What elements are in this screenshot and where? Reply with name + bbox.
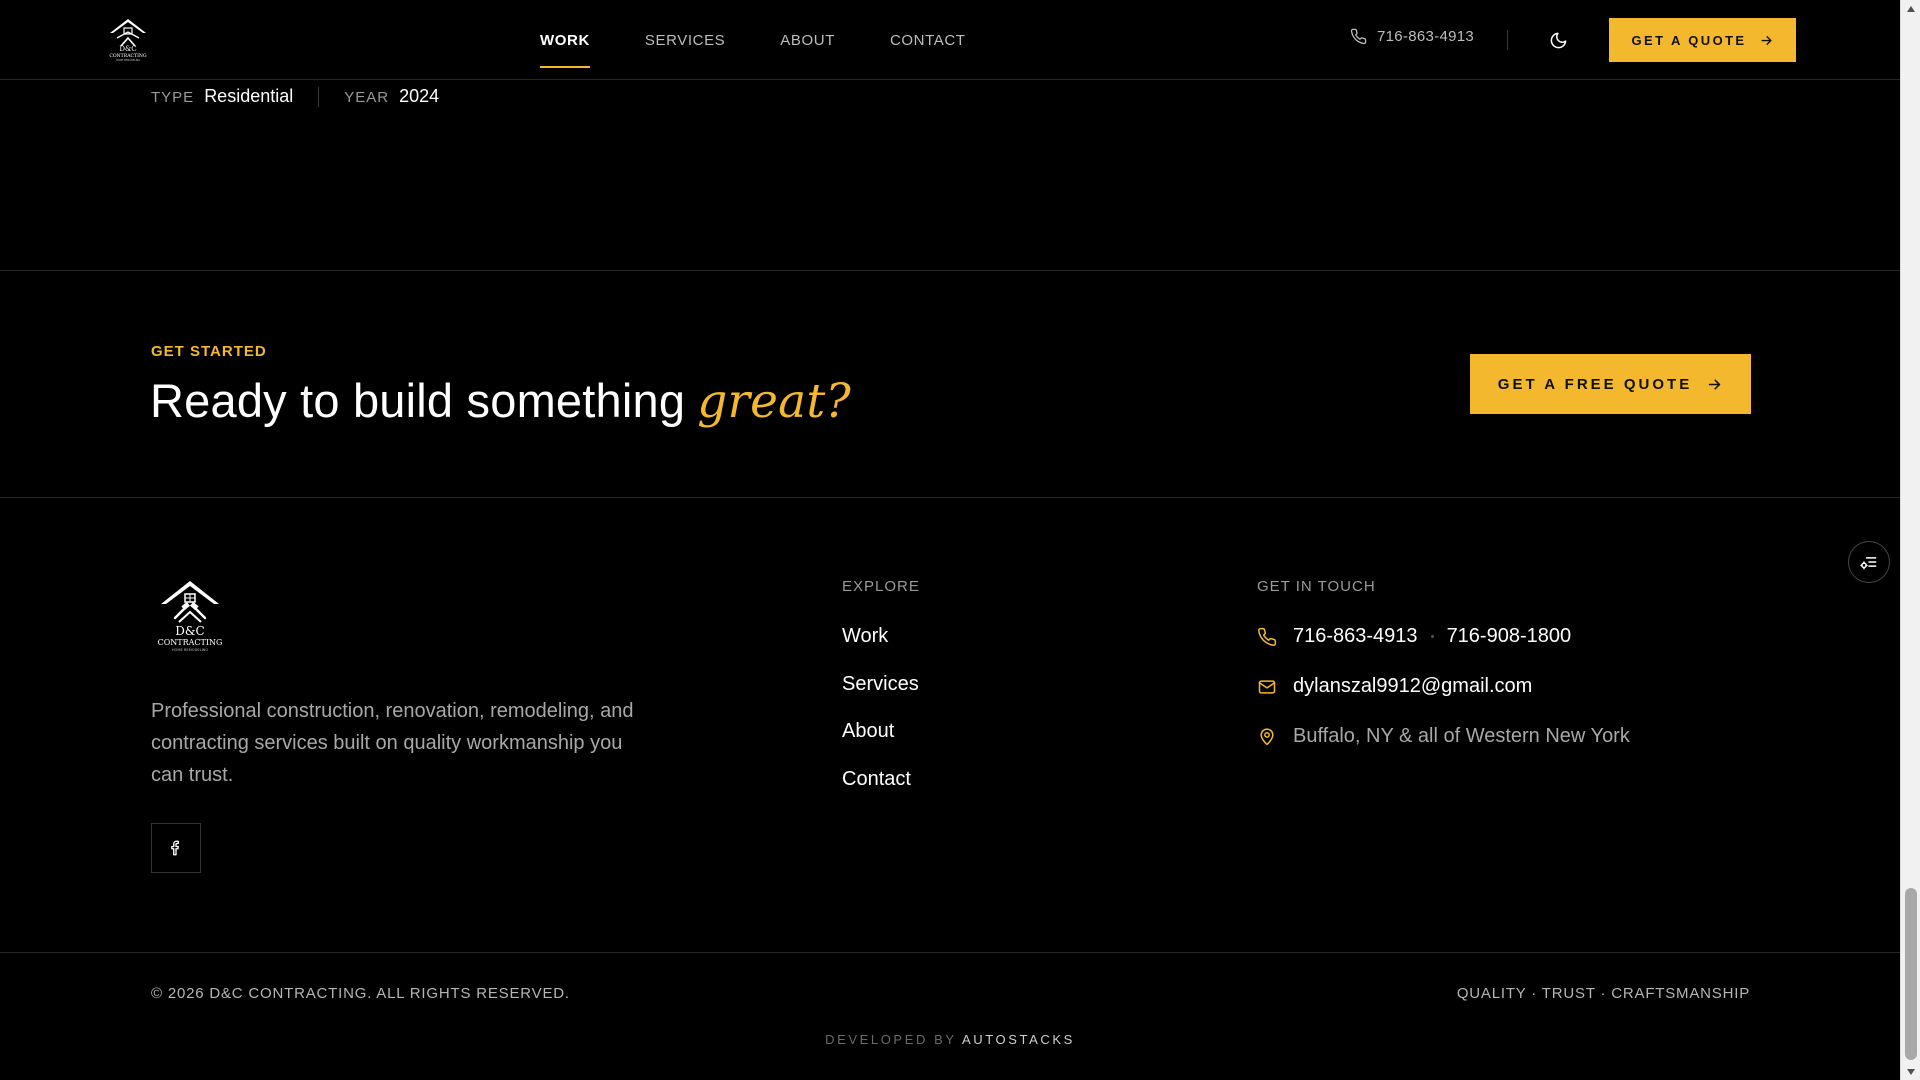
scroll-thumb[interactable] — [1905, 888, 1917, 1060]
header-phone-link[interactable]: 716-863-4913 — [1350, 28, 1474, 45]
footer-link-work[interactable]: Work — [842, 622, 919, 670]
arrow-right-icon — [1760, 35, 1772, 45]
get-quote-button[interactable]: GET A QUOTE — [1609, 18, 1796, 62]
year-key: YEAR — [344, 89, 390, 106]
nav-contact[interactable]: CONTACT — [890, 0, 966, 80]
get-free-quote-label: GET A FREE QUOTE — [1497, 375, 1693, 393]
contact-email: dylanszal9912@gmail.com — [1257, 675, 1532, 698]
svg-text:CONTRACTING: CONTRACTING — [158, 638, 223, 647]
contact-location: Buffalo, NY & all of Western New York — [1257, 725, 1630, 748]
phone-link-2[interactable]: 716-908-1800 — [1447, 625, 1572, 648]
main-nav: WORK SERVICES ABOUT CONTACT — [540, 0, 966, 80]
scroll-down-button[interactable] — [1901, 1063, 1920, 1080]
list-settings-icon — [1860, 557, 1877, 570]
house-logo-icon: D&C CONTRACTING HOME REMODELING — [109, 19, 147, 62]
type-value: Residential — [204, 86, 294, 106]
scroll-up-button[interactable] — [1901, 0, 1920, 17]
facebook-icon — [171, 840, 179, 856]
svg-text:D&C: D&C — [175, 624, 204, 638]
header-logo[interactable]: D&C CONTRACTING HOME REMODELING — [104, 16, 152, 62]
phone-icon — [1350, 28, 1367, 45]
page: D&C CONTRACTING HOME REMODELING WORK SER… — [0, 0, 1900, 1080]
cta-eyebrow: GET STARTED — [151, 343, 267, 360]
footer-description: Professional construction, renovation, r… — [151, 700, 634, 786]
cta-heading-text: Ready to build something — [150, 374, 686, 427]
contact-title: GET IN TOUCH — [1257, 578, 1376, 595]
phone-separator — [1430, 635, 1434, 638]
phone-link-1[interactable]: 716-863-4913 — [1293, 625, 1418, 648]
mail-icon — [1258, 679, 1276, 694]
moon-icon — [1550, 32, 1566, 48]
explore-title: EXPLORE — [842, 578, 920, 595]
copyright-text: © 2026 D&C CONTRACTING. ALL RIGHTS RESER… — [151, 985, 570, 1002]
project-meta: TYPE Residential YEAR 2024 — [151, 86, 439, 107]
footer-link-services[interactable]: Services — [842, 670, 919, 718]
map-pin-icon — [1260, 727, 1274, 745]
year-value: 2024 — [399, 86, 440, 106]
facebook-link[interactable] — [151, 823, 201, 873]
header-phone-text: 716-863-4913 — [1377, 28, 1475, 45]
triangle-up-icon — [1907, 5, 1915, 12]
type-key: TYPE — [151, 89, 195, 106]
meta-divider — [318, 86, 320, 107]
triangle-down-icon — [1907, 1068, 1915, 1075]
footer-link-contact[interactable]: Contact — [842, 765, 919, 813]
email-link[interactable]: dylanszal9912@gmail.com — [1293, 675, 1532, 698]
bottom-bar: © 2026 D&C CONTRACTING. ALL RIGHTS RESER… — [0, 952, 1900, 1080]
svg-text:HOME REMODELING: HOME REMODELING — [172, 648, 209, 652]
svg-text:D&C: D&C — [119, 45, 136, 53]
cta-heading: Ready to build something great? — [150, 373, 851, 429]
floating-menu-button[interactable] — [1848, 541, 1890, 583]
explore-links: Work Services About Contact — [842, 622, 919, 812]
nav-services[interactable]: SERVICES — [645, 0, 725, 80]
cta-section: GET STARTED Ready to build something grea… — [0, 270, 1900, 498]
get-free-quote-button[interactable]: GET A FREE QUOTE — [1470, 354, 1751, 414]
header-divider — [1507, 30, 1508, 50]
get-quote-label: GET A QUOTE — [1631, 32, 1747, 48]
cta-heading-accent: great? — [697, 374, 851, 429]
house-logo-icon: D&C CONTRACTING HOME REMODELING — [158, 581, 223, 652]
developer-link[interactable]: AUTOSTACKS — [962, 1032, 1075, 1047]
location-text: Buffalo, NY & all of Western New York — [1293, 725, 1630, 747]
tagline-text: QUALITY · TRUST · CRAFTSMANSHIP — [1456, 985, 1750, 1002]
nav-work[interactable]: WORK — [540, 0, 590, 80]
svg-text:HOME REMODELING: HOME REMODELING — [116, 59, 140, 62]
contact-phones: 716-863-4913 716-908-1800 — [1257, 625, 1571, 648]
arrow-right-icon — [1708, 378, 1721, 390]
page-scrollbar[interactable] — [1900, 0, 1920, 1080]
developed-prefix: DEVELOPED BY — [825, 1032, 957, 1047]
footer-link-about[interactable]: About — [842, 717, 919, 765]
nav-about[interactable]: ABOUT — [780, 0, 835, 80]
site-header: D&C CONTRACTING HOME REMODELING WORK SER… — [0, 0, 1900, 80]
theme-toggle-button[interactable] — [1546, 28, 1570, 52]
phone-icon — [1258, 627, 1277, 646]
footer-logo[interactable]: D&C CONTRACTING HOME REMODELING — [151, 578, 229, 654]
developed-by: DEVELOPED BY AUTOSTACKS — [0, 1032, 1900, 1047]
